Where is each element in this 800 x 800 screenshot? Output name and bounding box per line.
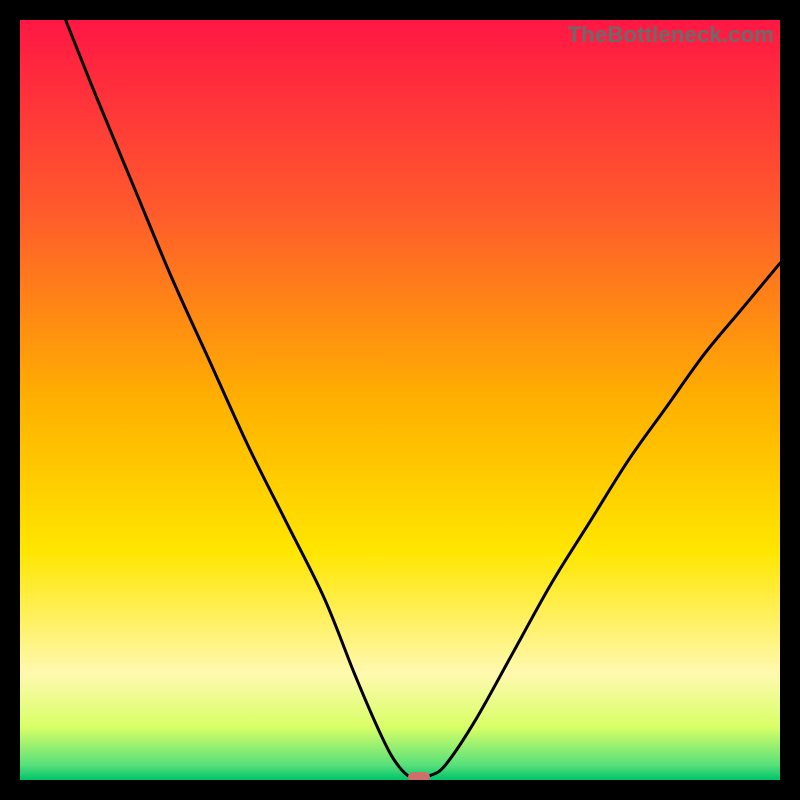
chart-frame: TheBottleneck.com bbox=[0, 0, 800, 800]
plot-area: TheBottleneck.com bbox=[20, 20, 780, 780]
optimal-point-marker bbox=[408, 772, 430, 780]
bottleneck-curve bbox=[20, 20, 780, 780]
